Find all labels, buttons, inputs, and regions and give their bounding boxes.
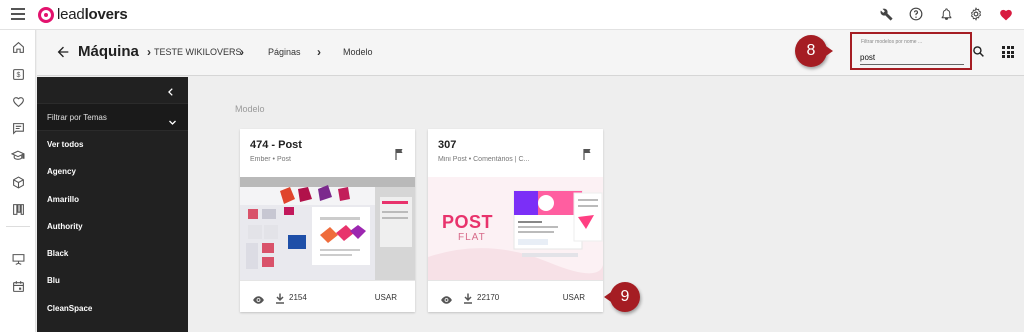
download-icon xyxy=(463,291,473,304)
breadcrumb-item[interactable]: Páginas xyxy=(268,47,301,57)
theme-item[interactable]: Ver todos xyxy=(37,131,188,158)
bell-icon[interactable] xyxy=(938,6,954,22)
logo-mark-icon xyxy=(38,6,54,23)
card-title: 474 - Post xyxy=(250,139,302,151)
logo[interactable]: leadlovers xyxy=(38,6,128,23)
left-rail: $ xyxy=(0,30,36,332)
heart-icon[interactable] xyxy=(998,6,1014,22)
gear-icon[interactable] xyxy=(968,6,984,22)
section-label: Modelo xyxy=(235,104,265,114)
theme-item[interactable]: Blu xyxy=(37,267,188,294)
download-icon xyxy=(275,291,285,304)
search-icon[interactable] xyxy=(972,45,986,59)
filter-field: Filtrar modelos por nome ... xyxy=(850,32,972,70)
filter-label: Filtrar modelos por nome ... xyxy=(861,39,923,45)
eye-icon[interactable] xyxy=(440,292,453,304)
theme-item[interactable]: Amarillo xyxy=(37,186,188,213)
card-title: 307 xyxy=(438,139,457,151)
thumbnail-post-text: POST xyxy=(442,212,494,232)
theme-item[interactable]: CleanSpace xyxy=(37,295,188,322)
columns-icon[interactable] xyxy=(10,201,26,217)
breadcrumb-item[interactable]: TESTE WIKILOVERS xyxy=(154,47,242,57)
home-icon[interactable] xyxy=(10,39,26,55)
top-bar: leadlovers xyxy=(0,0,1024,30)
card-footer: 2154 USAR xyxy=(240,280,415,312)
theme-item[interactable]: Authority xyxy=(37,213,188,240)
chevron-right-icon: › xyxy=(317,45,321,59)
presentation-icon[interactable] xyxy=(10,251,26,267)
rail-divider xyxy=(6,226,30,227)
template-card[interactable]: 474 - Post Ember • Post 2154 USAR xyxy=(240,129,415,312)
cube-icon[interactable] xyxy=(10,174,26,190)
graduation-cap-icon[interactable] xyxy=(10,147,26,163)
chevron-right-icon: › xyxy=(147,45,151,59)
download-count: 2154 xyxy=(289,293,307,302)
template-thumbnail xyxy=(240,177,415,280)
card-footer: 22170 USAR xyxy=(428,280,603,312)
eye-icon[interactable] xyxy=(252,292,265,304)
grid-view-icon[interactable] xyxy=(1002,46,1014,58)
chat-icon[interactable] xyxy=(10,120,26,136)
theme-filter-toggle[interactable]: Filtrar por Temas xyxy=(37,103,188,131)
page-title: Máquina xyxy=(78,43,139,60)
card-subtitle: Mini Post • Comentários | C... xyxy=(438,156,530,163)
card-subtitle: Ember • Post xyxy=(250,156,291,163)
theme-filter-label: Filtrar por Temas xyxy=(47,113,107,122)
template-card[interactable]: 307 Mini Post • Comentários | C... POST … xyxy=(428,129,603,312)
theme-item[interactable]: Black xyxy=(37,240,188,267)
chevron-right-icon: › xyxy=(240,45,244,59)
calendar-icon[interactable] xyxy=(10,278,26,294)
chevron-down-icon xyxy=(168,114,176,125)
template-thumbnail: POST FLAT xyxy=(428,177,603,280)
annotation-badge: 8 xyxy=(795,35,833,67)
collapse-icon[interactable] xyxy=(166,84,176,96)
top-actions xyxy=(878,6,1014,22)
download-count: 22170 xyxy=(477,293,500,302)
logo-text: leadlovers xyxy=(57,6,128,23)
breadcrumb-item[interactable]: Modelo xyxy=(343,47,373,57)
filter-input[interactable] xyxy=(860,51,964,65)
use-button[interactable]: USAR xyxy=(563,293,585,302)
thumbnail-flat-text: FLAT xyxy=(458,232,486,243)
page-header: Máquina › TESTE WIKILOVERS › Páginas › M… xyxy=(37,30,1024,76)
theme-item[interactable]: Agency xyxy=(37,158,188,185)
wrench-icon[interactable] xyxy=(878,6,894,22)
annotation-badge: 9 xyxy=(604,281,640,313)
flag-icon[interactable] xyxy=(395,147,405,160)
dollar-icon[interactable]: $ xyxy=(10,66,26,82)
svg-text:$: $ xyxy=(16,72,20,79)
heart-outline-icon[interactable] xyxy=(10,93,26,109)
use-button[interactable]: USAR xyxy=(375,293,397,302)
back-arrow-icon[interactable] xyxy=(55,44,71,60)
menu-icon[interactable] xyxy=(11,8,25,20)
flag-icon[interactable] xyxy=(583,147,593,160)
themes-sidebar: Filtrar por Temas Ver todos Agency Amari… xyxy=(37,77,188,332)
help-icon[interactable] xyxy=(908,6,924,22)
